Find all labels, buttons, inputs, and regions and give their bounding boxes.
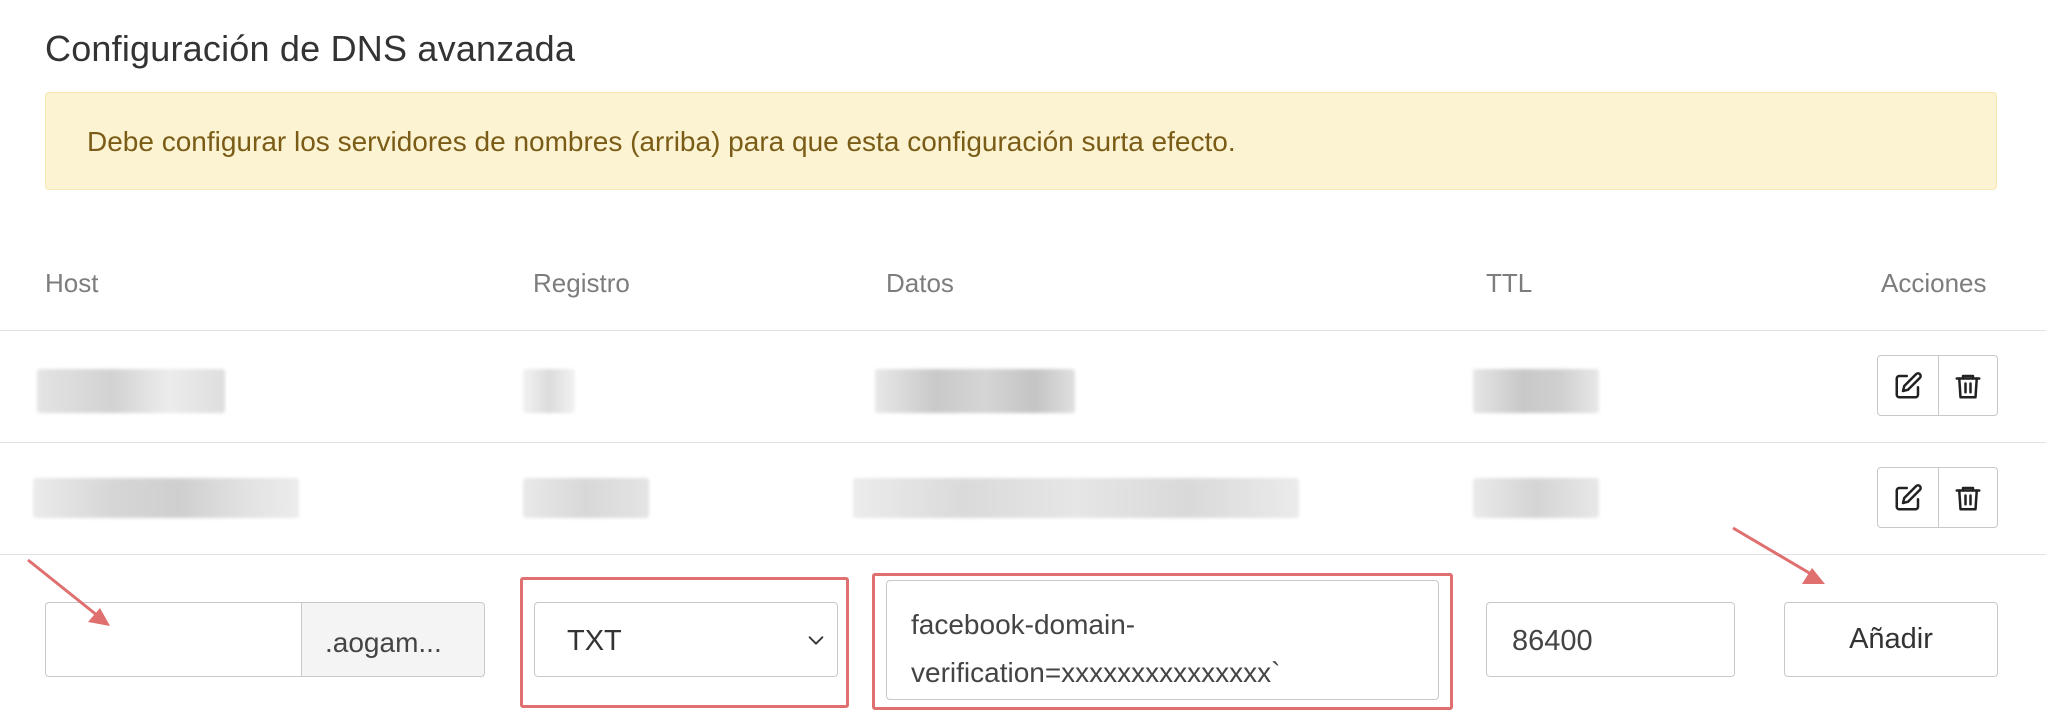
redacted-data xyxy=(853,478,1299,518)
ttl-input[interactable]: 86400 xyxy=(1486,602,1735,677)
row-actions xyxy=(1877,467,1998,528)
alert-message: Debe configurar los servidores de nombre… xyxy=(87,126,1236,157)
annotation-arrow-icon xyxy=(1732,526,1825,584)
edit-button[interactable] xyxy=(1878,468,1938,527)
delete-button[interactable] xyxy=(1937,356,1998,415)
delete-button[interactable] xyxy=(1937,468,1998,527)
host-domain-suffix: .aogam... xyxy=(301,602,485,677)
row-divider xyxy=(0,442,2046,443)
edit-icon xyxy=(1895,371,1922,398)
highlight-box-record-type xyxy=(520,577,849,708)
column-header-data: Datos xyxy=(886,268,954,298)
row-actions xyxy=(1877,355,1998,416)
redacted-ttl xyxy=(1473,369,1599,413)
redacted-record xyxy=(523,478,649,518)
redacted-record xyxy=(523,369,575,413)
trash-icon xyxy=(1955,374,1981,398)
column-header-host: Host xyxy=(45,268,99,298)
edit-icon xyxy=(1895,483,1922,510)
warning-alert: Debe configurar los servidores de nombre… xyxy=(45,92,1997,190)
edit-button[interactable] xyxy=(1878,356,1938,415)
trash-icon xyxy=(1955,486,1981,510)
column-header-ttl: TTL xyxy=(1486,268,1533,298)
annotation-arrow-icon xyxy=(27,558,110,626)
page-title: Configuración de DNS avanzada xyxy=(45,28,576,69)
add-record-button[interactable]: Añadir xyxy=(1784,602,1998,677)
redacted-host xyxy=(33,478,299,518)
column-header-record: Registro xyxy=(533,268,630,298)
redacted-ttl xyxy=(1473,478,1599,518)
redacted-data xyxy=(875,369,1075,413)
redacted-host xyxy=(37,369,225,413)
column-header-actions: Acciones xyxy=(1881,268,1987,298)
highlight-box-data xyxy=(872,573,1453,710)
row-divider xyxy=(0,330,2046,331)
